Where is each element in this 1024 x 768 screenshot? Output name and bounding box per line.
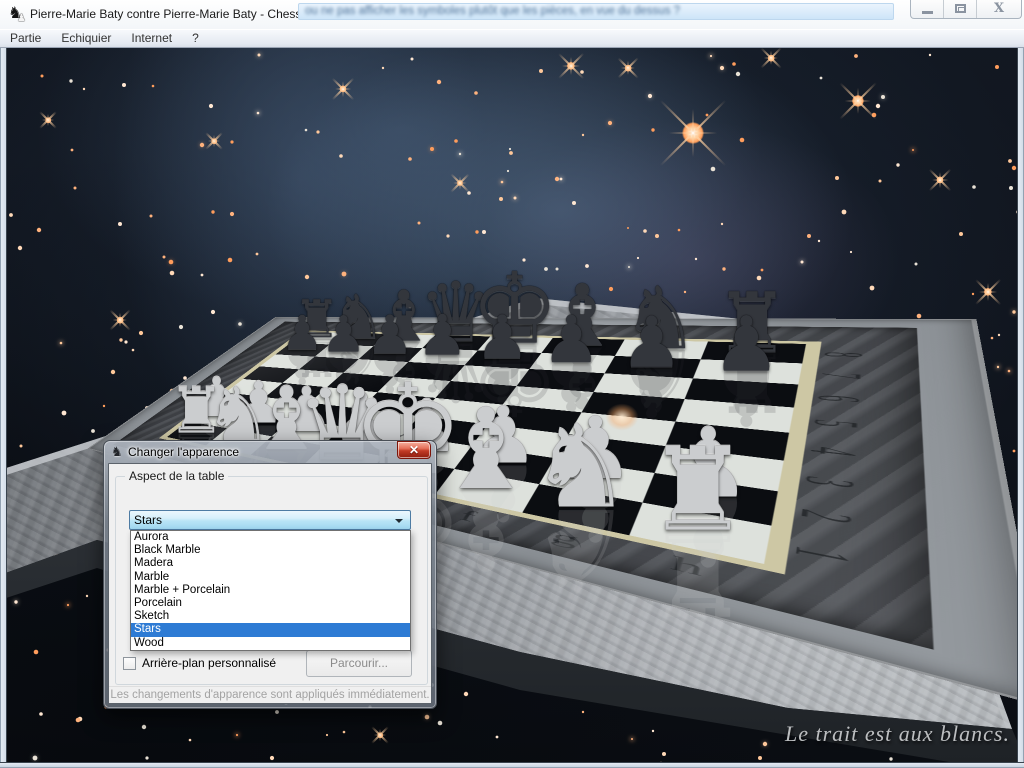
checkbox-label: Arrière-plan personnalisé — [142, 656, 276, 670]
dropdown-item-stars[interactable]: Stars — [131, 623, 410, 636]
combobox-value: Stars — [134, 513, 162, 527]
minimize-button[interactable] — [911, 0, 944, 18]
maximize-icon — [955, 4, 966, 13]
title-bar[interactable]: ♞♟ Pierre-Marie Baty contre Pierre-Marie… — [0, 0, 1024, 29]
maximize-button[interactable] — [944, 0, 977, 18]
dialog-body: Aspect de la table Stars AuroraBlack Mar… — [108, 463, 432, 704]
application-window: abcdefgh12345678 ♜♜♞♞♝♝♛♛♚♚♝♝♞♞♜♜♟♟♟♟♟♟♟… — [0, 0, 1024, 768]
dropdown-item-madera[interactable]: Madera — [131, 557, 410, 570]
dropdown-item-black-marble[interactable]: Black Marble — [131, 544, 410, 557]
table-aspect-combobox[interactable]: Stars — [129, 510, 411, 530]
window-border-bottom — [0, 762, 1024, 768]
close-icon: ✕ — [398, 442, 430, 458]
dropdown-item-aurora[interactable]: Aurora — [131, 531, 410, 544]
dialog-close-button[interactable]: ✕ — [397, 441, 431, 459]
menu-bar: PartieEchiquierInternet? — [0, 29, 1024, 48]
appearance-dialog: ♞ Changer l'apparence ✕ Aspect de la tab… — [103, 440, 437, 709]
chevron-down-icon — [395, 519, 403, 523]
window-controls: X — [910, 0, 1022, 19]
groupbox-label: Aspect de la table — [125, 469, 228, 483]
menu-item-[interactable]: ? — [182, 30, 209, 47]
dialog-title-bar[interactable]: ♞ Changer l'apparence ✕ — [104, 441, 436, 463]
custom-background-row: Arrière-plan personnalisé — [123, 656, 276, 670]
dialog-status-text: Les changements d'apparence sont appliqu… — [109, 686, 431, 703]
custom-background-checkbox[interactable] — [123, 657, 136, 670]
browse-button[interactable]: Parcourir... — [306, 650, 412, 677]
dropdown-item-sketch[interactable]: Sketch — [131, 610, 410, 623]
window-border-left — [0, 48, 7, 768]
dropdown-item-wood[interactable]: Wood — [131, 637, 410, 650]
dropdown-item-porcelain[interactable]: Porcelain — [131, 597, 410, 610]
dialog-title: Changer l'apparence — [128, 445, 239, 459]
app-icon: ♞♟ — [8, 5, 26, 23]
dropdown-item-marble-porcelain[interactable]: Marble + Porcelain — [131, 584, 410, 597]
menu-item-partie[interactable]: Partie — [0, 30, 51, 47]
dropdown-item-marble[interactable]: Marble — [131, 571, 410, 584]
menu-item-echiquier[interactable]: Echiquier — [51, 30, 121, 47]
close-button[interactable]: X — [977, 0, 1021, 18]
turn-indicator: Le trait est aux blancs. — [785, 721, 1010, 747]
menu-item-internet[interactable]: Internet — [121, 30, 182, 47]
window-border-right — [1017, 48, 1024, 768]
table-aspect-dropdown-list: AuroraBlack MarbleMaderaMarbleMarble + P… — [130, 530, 411, 651]
close-icon: X — [977, 1, 1021, 16]
star-reflection-glint — [600, 399, 644, 435]
knight-icon: ♞ — [111, 444, 123, 460]
window-title: Pierre-Marie Baty contre Pierre-Marie Ba… — [30, 7, 339, 21]
minimize-icon — [922, 11, 933, 14]
tooltip-ghost: ou ne pas afficher les symboles plutôt q… — [298, 3, 894, 20]
